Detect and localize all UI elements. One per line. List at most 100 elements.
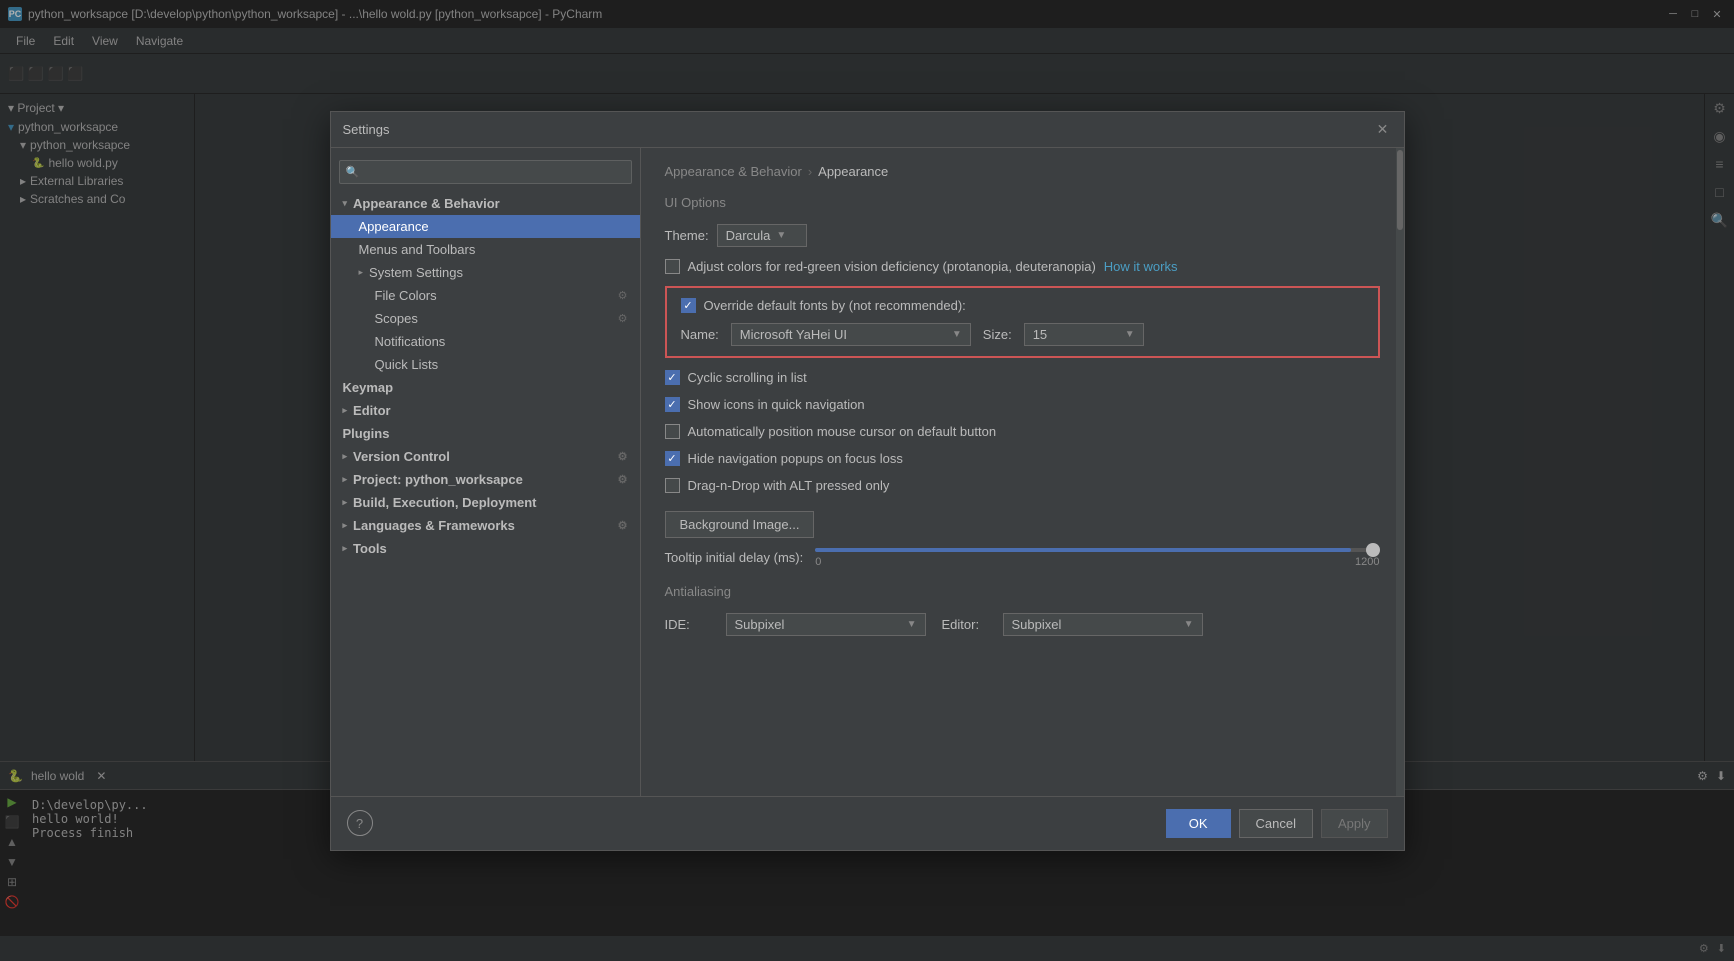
- nav-appearance-behavior[interactable]: ▾ Appearance & Behavior: [331, 192, 640, 215]
- nav-menus-toolbars[interactable]: Menus and Toolbars: [331, 238, 640, 261]
- content-scrollbar[interactable]: [1396, 148, 1404, 796]
- nav-languages[interactable]: ▸ Languages & Frameworks ⚙: [331, 514, 640, 537]
- antialiasing-row: IDE: Subpixel ▼ Editor: Subpixel ▼: [665, 613, 1380, 636]
- nav-editor-expand-icon: ▸: [343, 405, 348, 416]
- cyclic-scroll-label: Cyclic scrolling in list: [688, 370, 807, 385]
- nav-build-label: Build, Execution, Deployment: [353, 495, 536, 510]
- settings-search-input[interactable]: [339, 160, 632, 184]
- font-size-dropdown[interactable]: 15 ▼: [1024, 323, 1144, 346]
- nav-menus-toolbars-label: Menus and Toolbars: [359, 242, 476, 257]
- nav-scopes[interactable]: Scopes ⚙: [331, 307, 640, 330]
- override-checkbox[interactable]: [681, 298, 696, 313]
- nav-version-control[interactable]: ▸ Version Control ⚙: [331, 445, 640, 468]
- how-it-works-link[interactable]: How it works: [1104, 259, 1178, 274]
- nav-build-expand-icon: ▸: [343, 497, 348, 508]
- breadcrumb-parent: Appearance & Behavior: [665, 164, 802, 179]
- nav-notifications[interactable]: Notifications: [331, 330, 640, 353]
- breadcrumb-current: Appearance: [818, 164, 888, 179]
- font-name-label: Name:: [681, 327, 719, 342]
- apply-button[interactable]: Apply: [1321, 809, 1388, 838]
- ide-aa-arrow: ▼: [907, 619, 917, 630]
- auto-position-checkbox[interactable]: [665, 424, 680, 439]
- font-size-arrow: ▼: [1125, 329, 1135, 340]
- editor-aa-value: Subpixel: [1012, 617, 1062, 632]
- bg-image-button[interactable]: Background Image...: [665, 511, 815, 538]
- ide-aa-label: IDE:: [665, 617, 710, 632]
- cyclic-scroll-checkbox[interactable]: [665, 370, 680, 385]
- nav-project-icon: ⚙: [618, 473, 628, 486]
- nav-languages-icon: ⚙: [618, 519, 628, 532]
- slider-track[interactable]: [815, 548, 1379, 552]
- nav-quick-lists-label: Quick Lists: [375, 357, 439, 372]
- nav-file-colors[interactable]: File Colors ⚙: [331, 284, 640, 307]
- editor-aa-label: Editor:: [942, 617, 987, 632]
- antialiasing-section: Antialiasing IDE: Subpixel ▼ Editor: Sub…: [665, 584, 1380, 636]
- nav-system-expand-icon: ▸: [359, 267, 364, 278]
- nav-quick-lists[interactable]: Quick Lists: [331, 353, 640, 376]
- nav-system-settings-label: System Settings: [369, 265, 463, 280]
- drag-drop-checkbox[interactable]: [665, 478, 680, 493]
- auto-position-row: Automatically position mouse cursor on d…: [665, 424, 1380, 439]
- breadcrumb-separator: ›: [808, 164, 812, 179]
- settings-search-wrap: 🔍: [339, 160, 632, 184]
- nav-project[interactable]: ▸ Project: python_worksapce ⚙: [331, 468, 640, 491]
- nav-tools[interactable]: ▸ Tools: [331, 537, 640, 560]
- cancel-button[interactable]: Cancel: [1239, 809, 1313, 838]
- ide-aa-value: Subpixel: [735, 617, 785, 632]
- theme-dropdown-arrow: ▼: [776, 230, 786, 241]
- nav-system-settings[interactable]: ▸ System Settings: [331, 261, 640, 284]
- theme-row: Theme: Darcula ▼: [665, 224, 1380, 247]
- drag-drop-label: Drag-n-Drop with ALT pressed only: [688, 478, 890, 493]
- font-name-value: Microsoft YaHei UI: [740, 327, 847, 342]
- editor-aa-arrow: ▼: [1184, 619, 1194, 630]
- hide-navigation-checkbox[interactable]: [665, 451, 680, 466]
- nav-plugins-label: Plugins: [343, 426, 390, 441]
- help-button[interactable]: ?: [347, 810, 373, 836]
- nav-plugins[interactable]: Plugins: [331, 422, 640, 445]
- dialog-titlebar: Settings ✕: [331, 112, 1404, 148]
- editor-aa-dropdown[interactable]: Subpixel ▼: [1003, 613, 1203, 636]
- nav-languages-expand-icon: ▸: [343, 520, 348, 531]
- adjust-colors-checkbox[interactable]: [665, 259, 680, 274]
- nav-editor-label: Editor: [353, 403, 391, 418]
- settings-search-icon: 🔍: [346, 165, 360, 178]
- drag-drop-row: Drag-n-Drop with ALT pressed only: [665, 478, 1380, 493]
- show-icons-row: Show icons in quick navigation: [665, 397, 1380, 412]
- font-size-label: Size:: [983, 327, 1012, 342]
- nav-tools-label: Tools: [353, 541, 387, 556]
- adjust-colors-row: Adjust colors for red-green vision defic…: [665, 259, 1380, 274]
- tooltip-slider: 0 1200: [815, 548, 1379, 568]
- scrollbar-thumb[interactable]: [1397, 150, 1403, 230]
- tooltip-label: Tooltip initial delay (ms):: [665, 550, 804, 565]
- override-label: Override default fonts by (not recommend…: [704, 298, 966, 313]
- font-size-value: 15: [1033, 327, 1047, 342]
- nav-scopes-label: Scopes: [375, 311, 418, 326]
- theme-value: Darcula: [726, 228, 771, 243]
- dialog-close-button[interactable]: ✕: [1374, 120, 1392, 138]
- antialiasing-title: Antialiasing: [665, 584, 1380, 599]
- font-name-dropdown[interactable]: Microsoft YaHei UI ▼: [731, 323, 971, 346]
- nav-appearance-label: Appearance: [359, 219, 429, 234]
- font-row: Name: Microsoft YaHei UI ▼ Size: 15 ▼: [681, 323, 1364, 346]
- font-name-arrow: ▼: [952, 329, 962, 340]
- nav-build[interactable]: ▸ Build, Execution, Deployment: [331, 491, 640, 514]
- show-icons-checkbox[interactable]: [665, 397, 680, 412]
- nav-project-label: Project: python_worksapce: [353, 472, 523, 487]
- nav-keymap[interactable]: Keymap: [331, 376, 640, 399]
- adjust-colors-label: Adjust colors for red-green vision defic…: [688, 259, 1096, 274]
- breadcrumb: Appearance & Behavior › Appearance: [665, 164, 1380, 179]
- dialog-title: Settings: [343, 122, 390, 137]
- settings-dialog: Settings ✕ 🔍 ▾ Appearance & Behavior App…: [330, 111, 1405, 851]
- tooltip-section: Tooltip initial delay (ms): 0 1200: [665, 548, 1380, 568]
- ide-aa-dropdown[interactable]: Subpixel ▼: [726, 613, 926, 636]
- slider-thumb[interactable]: [1366, 543, 1380, 557]
- ok-button[interactable]: OK: [1166, 809, 1231, 838]
- nav-vc-icon: ⚙: [618, 450, 628, 463]
- nav-appearance[interactable]: Appearance: [331, 215, 640, 238]
- slider-labels: 0 1200: [815, 556, 1379, 568]
- override-checkbox-wrap: Override default fonts by (not recommend…: [681, 298, 1364, 313]
- nav-editor[interactable]: ▸ Editor: [331, 399, 640, 422]
- theme-dropdown[interactable]: Darcula ▼: [717, 224, 807, 247]
- show-icons-label: Show icons in quick navigation: [688, 397, 865, 412]
- hide-navigation-row: Hide navigation popups on focus loss: [665, 451, 1380, 466]
